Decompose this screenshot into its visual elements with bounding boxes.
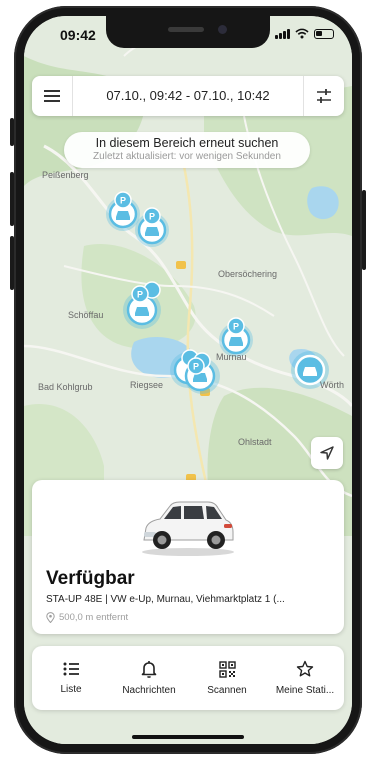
map-place-label: Peißenberg xyxy=(42,170,89,180)
tab-label: Meine Stati... xyxy=(275,685,335,696)
map[interactable]: P P P P P xyxy=(24,16,352,744)
map-place-label: Riegsee xyxy=(130,380,164,390)
phone-volume-down-button xyxy=(10,236,14,290)
locate-me-button[interactable] xyxy=(311,437,343,469)
qr-code-icon xyxy=(218,660,236,678)
tab-label: Nachrichten xyxy=(122,685,176,696)
vehicle-details: STA-UP 48E | VW e-Up, Murnau, Viehmarktp… xyxy=(46,594,285,605)
parking-marker-label: P xyxy=(233,322,239,332)
status-time: 09:42 xyxy=(60,27,96,43)
home-indicator[interactable] xyxy=(132,735,244,739)
tab-label: Liste xyxy=(60,684,82,695)
location-arrow-icon xyxy=(320,446,334,460)
map-place-label: Murnau xyxy=(216,352,247,362)
tab-label: Scannen xyxy=(207,684,247,696)
front-camera xyxy=(218,25,227,34)
battery-icon xyxy=(314,28,334,39)
parking-marker-label: P xyxy=(149,212,155,222)
phone-notch xyxy=(106,16,270,48)
search-area-button[interactable]: In diesem Bereich erneut suchen Zuletzt … xyxy=(64,132,310,168)
phone-screen: P P P P P Peißenberg Obersöchering Schöf… xyxy=(24,16,352,744)
road-number-sign xyxy=(176,261,186,269)
tab-meine-stationen[interactable]: Meine Stati... xyxy=(266,646,344,710)
date-range-selector[interactable]: 07.10., 09:42 - 07.10., 10:42 xyxy=(72,76,304,116)
car-image xyxy=(142,501,234,556)
bell-icon xyxy=(141,661,157,678)
tab-liste[interactable]: Liste xyxy=(32,646,110,710)
parking-marker-label: P xyxy=(137,290,143,300)
tab-scannen[interactable]: Scannen xyxy=(188,646,266,710)
list-icon xyxy=(63,662,79,676)
map-place-label: Obersöchering xyxy=(218,269,278,279)
vehicle-distance-text: 500,0 m entfernt xyxy=(59,612,129,623)
map-place-label: Schöffau xyxy=(68,310,104,320)
menu-button[interactable] xyxy=(32,76,72,116)
vehicle-status: Verfügbar xyxy=(46,568,135,589)
phone-side-button xyxy=(10,118,14,146)
status-icons xyxy=(275,28,334,39)
vehicle-distance: 500,0 m entfernt xyxy=(46,612,128,623)
search-area-title: In diesem Bereich erneut suchen xyxy=(95,136,279,150)
parking-marker-label: P xyxy=(193,362,199,372)
star-icon xyxy=(296,660,314,677)
map-place-label: Ohlstadt xyxy=(238,437,272,447)
lake xyxy=(307,186,339,220)
filter-sliders-icon xyxy=(317,89,331,103)
bottom-tab-bar: Liste Nachrichten Scannen Meine Stati... xyxy=(32,646,344,710)
tab-nachrichten[interactable]: Nachrichten xyxy=(110,646,188,710)
parking-marker-label: P xyxy=(120,196,126,206)
speaker xyxy=(168,27,204,32)
map-place-label: Wörth xyxy=(320,380,345,390)
location-pin-icon xyxy=(46,612,55,623)
hamburger-menu-icon xyxy=(44,95,60,97)
last-updated-text: Zuletzt aktualisiert: vor wenigen Sekund… xyxy=(93,151,281,162)
filter-button[interactable] xyxy=(304,76,344,116)
top-search-bar: 07.10., 09:42 - 07.10., 10:42 xyxy=(32,76,344,116)
cellular-signal-icon xyxy=(275,28,290,39)
phone-power-button xyxy=(362,190,366,270)
map-place-label: Bad Kohlgrub xyxy=(38,382,93,392)
phone-volume-up-button xyxy=(10,172,14,226)
vehicle-card[interactable]: Verfügbar STA-UP 48E | VW e-Up, Murnau, … xyxy=(32,480,344,634)
wifi-icon xyxy=(295,28,309,39)
